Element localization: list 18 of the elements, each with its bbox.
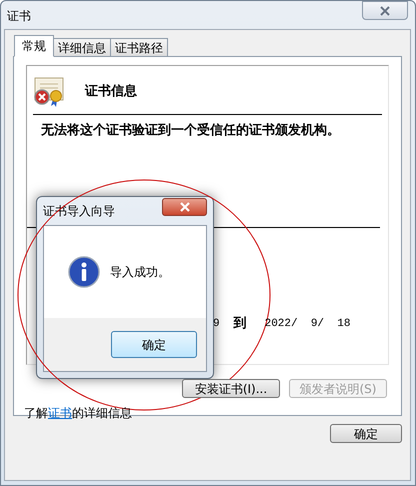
tab[interactable]: 证书路径 <box>110 38 168 57</box>
tab[interactable]: 常规 <box>14 35 54 57</box>
close-button[interactable] <box>162 198 207 216</box>
message-text: 导入成功。 <box>110 264 170 281</box>
close-button[interactable] <box>362 1 408 20</box>
info-icon <box>68 256 100 288</box>
learn-more-text: 了解证书的详细信息 <box>24 405 133 422</box>
certificate-link[interactable]: 证书 <box>48 406 72 420</box>
close-icon <box>379 6 391 16</box>
action-button[interactable]: 安装证书(I)... <box>182 379 280 398</box>
section-title: 证书信息 <box>85 83 137 102</box>
warning-text: 无法将这个证书验证到一个受信任的证书颁发机构。 <box>40 122 341 140</box>
tab[interactable]: 详细信息 <box>53 38 111 57</box>
close-icon <box>178 202 190 212</box>
ok-button[interactable]: 确定 <box>111 331 197 358</box>
to-label: 到 <box>234 315 247 333</box>
window-title: 证书 <box>7 8 31 25</box>
ok-button[interactable]: 确定 <box>330 424 402 443</box>
